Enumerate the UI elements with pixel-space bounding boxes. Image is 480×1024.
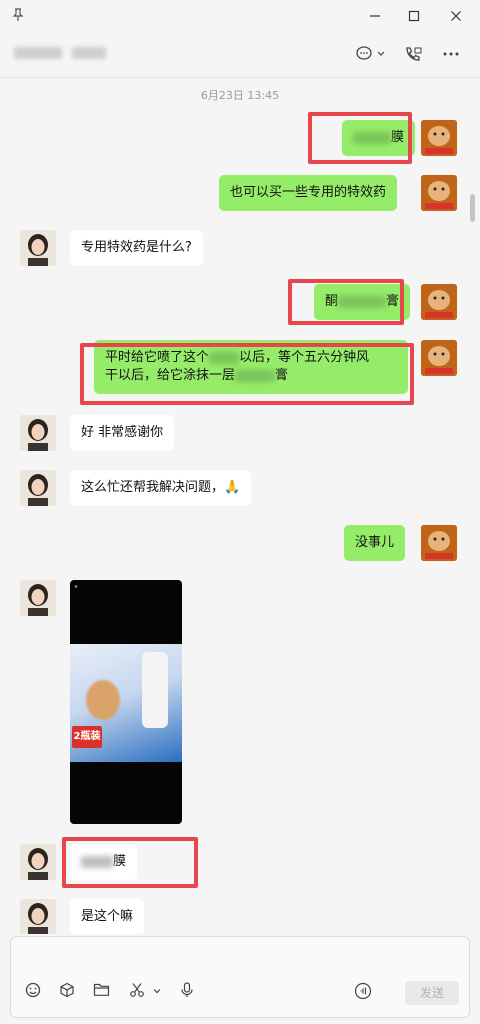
message-timestamp: 6月23日 13:45: [200, 89, 280, 102]
message-bubble[interactable]: 这么忙还帮我解决问题，🙏: [70, 470, 252, 506]
avatar[interactable]: [20, 580, 56, 616]
message-bubble[interactable]: 是这个嘛: [70, 899, 145, 934]
chevron-down-icon[interactable]: [147, 982, 167, 1000]
chat-header: [0, 34, 480, 78]
avatar[interactable]: [20, 899, 56, 934]
message-bubble[interactable]: 好 非常感谢你: [70, 415, 175, 451]
send-button[interactable]: 发送: [405, 981, 459, 1005]
message-composer[interactable]: 发送: [10, 936, 470, 1018]
avatar[interactable]: [20, 470, 56, 506]
spray-bottle-image: [142, 652, 168, 728]
avatar[interactable]: [20, 230, 56, 266]
phone-icon[interactable]: [404, 46, 422, 68]
avatar[interactable]: [421, 340, 457, 376]
voice-icon[interactable]: [353, 982, 373, 1004]
folder-icon[interactable]: [91, 982, 111, 1001]
maximize-button[interactable]: [403, 6, 425, 28]
avatar[interactable]: [20, 844, 56, 880]
scrollbar[interactable]: [470, 194, 475, 222]
scissors-icon[interactable]: [127, 982, 147, 1002]
message-bubble[interactable]: 膜: [70, 844, 138, 880]
minimize-button[interactable]: [364, 6, 386, 28]
message-bubble[interactable]: 膜: [342, 120, 416, 156]
status-bar: ◂: [74, 583, 78, 590]
image-message[interactable]: ◂ 2瓶装: [70, 580, 182, 824]
microphone-icon[interactable]: [177, 982, 197, 1002]
close-button[interactable]: [445, 6, 467, 28]
more-icon[interactable]: [442, 46, 460, 66]
avatar[interactable]: [421, 175, 457, 211]
message-bubble[interactable]: 也可以买一些专用的特效药: [219, 175, 398, 211]
avatar[interactable]: [421, 120, 457, 156]
cube-icon[interactable]: [57, 982, 77, 1002]
message-bubble[interactable]: 没事儿: [344, 525, 406, 561]
avatar[interactable]: [20, 415, 56, 451]
contact-name: [14, 45, 107, 65]
message-bubble[interactable]: 平时给它喷了这个 以后，等个五六分钟风 干以后，给它涂抹一层膏: [94, 340, 408, 394]
dog-image: [86, 680, 120, 720]
promo-badge: 2瓶装: [72, 726, 102, 748]
chat-bubble-icon[interactable]: [356, 46, 385, 66]
message-bubble[interactable]: 专用特效药是什么?: [70, 230, 203, 266]
pin-icon[interactable]: [12, 8, 24, 26]
avatar[interactable]: [421, 525, 457, 561]
avatar[interactable]: [421, 284, 457, 320]
message-bubble[interactable]: 酮膏: [314, 284, 411, 320]
emoji-icon[interactable]: [23, 982, 43, 1002]
title-bar: [0, 0, 480, 34]
